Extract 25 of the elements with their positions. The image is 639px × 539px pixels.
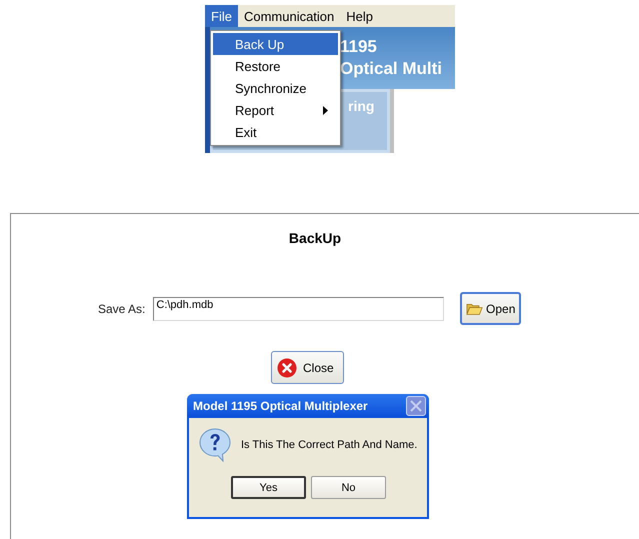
folder-icon bbox=[466, 301, 484, 316]
menu-entry[interactable]: Report bbox=[213, 99, 338, 121]
question-icon bbox=[199, 428, 231, 462]
menu-entry[interactable]: Synchronize bbox=[213, 77, 338, 99]
submenu-arrow-icon bbox=[323, 106, 328, 114]
close-icon bbox=[410, 400, 422, 412]
path-field[interactable]: C:\pdh.mdb bbox=[153, 296, 444, 320]
close-button[interactable] bbox=[406, 396, 426, 416]
panel-title: BackUp bbox=[288, 230, 342, 246]
dialog-message: Is This The Correct Path And Name. bbox=[241, 439, 418, 451]
menu-item[interactable]: Help bbox=[340, 5, 380, 27]
menu-entry[interactable]: Restore bbox=[213, 55, 338, 77]
close-button[interactable]: Close bbox=[271, 351, 344, 384]
menu-item[interactable]: Communication bbox=[238, 5, 340, 27]
header-title: Optical Multi bbox=[340, 59, 443, 79]
menu-entry[interactable]: Exit bbox=[213, 121, 338, 143]
menu-entry[interactable]: Back Up bbox=[213, 33, 338, 55]
header-title: 1195 bbox=[340, 37, 378, 57]
menu-item[interactable]: File bbox=[205, 5, 238, 27]
open-button[interactable]: Open bbox=[460, 292, 522, 325]
close-icon bbox=[277, 358, 297, 378]
dialog-button[interactable]: Yes bbox=[231, 476, 306, 499]
dialog-title: Model 1195 Optical Multiplexer bbox=[193, 399, 368, 413]
save-as-label: Save As: bbox=[98, 302, 146, 316]
dialog-button[interactable]: No bbox=[311, 476, 386, 499]
